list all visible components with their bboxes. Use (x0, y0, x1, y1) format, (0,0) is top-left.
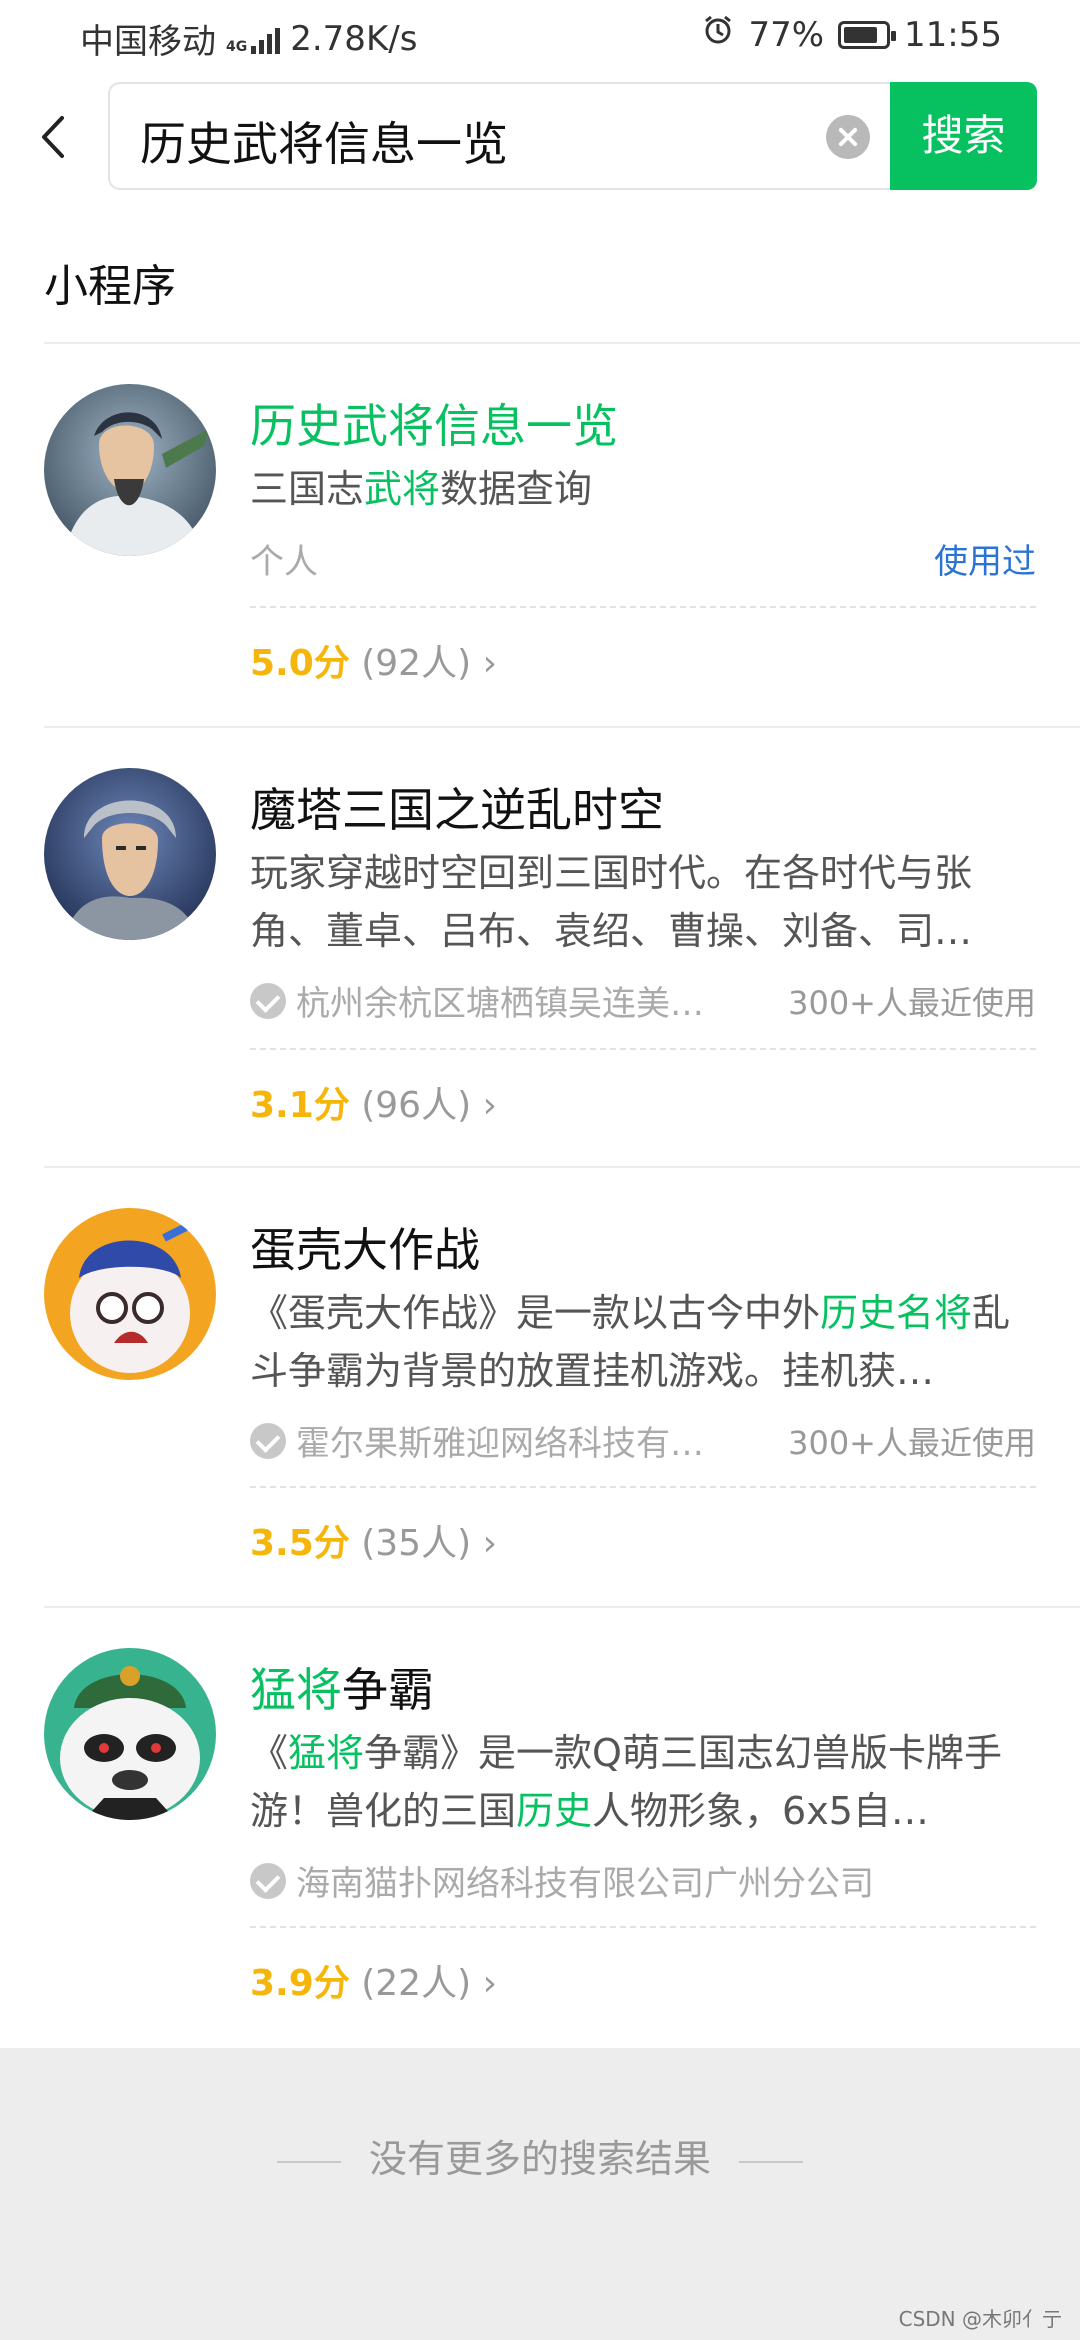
item-meta: 个人 使用过 (250, 534, 1036, 583)
network-speed: 2.78K/s (290, 18, 418, 59)
verified-icon (250, 1422, 286, 1459)
verified-icon (250, 1862, 286, 1899)
usage-count: 300+人最近使用 (788, 1423, 1036, 1462)
dashed-divider (250, 606, 1036, 608)
battery-icon (838, 20, 897, 49)
item-description: 玩家穿越时空回到三国时代。在各时代与张角、董卓、吕布、袁绍、曹操、刘备、司… (250, 851, 973, 953)
search-button[interactable]: 搜索 (890, 82, 1037, 190)
avatar (44, 768, 216, 940)
item-rating[interactable]: 3.5分 (35人) › (250, 1514, 497, 1566)
signal-icon: 4G (226, 24, 281, 55)
usage-count: 300+人最近使用 (788, 983, 1036, 1022)
item-developer: 霍尔果斯雅迎网络科技有… (296, 1424, 704, 1464)
list-item[interactable]: 历史武将信息一览 三国志武将数据查询 个人 使用过 5.0分 (92人) › (0, 342, 1080, 726)
no-more-results-text: 没有更多的搜索结果 (368, 2137, 711, 2181)
carrier-label: 中国移动 (80, 22, 216, 62)
list-item[interactable]: 猛将争霸 《猛将争霸》是一款Q萌三国志幻兽版卡牌手游！兽化的三国历史人物形象，6… (0, 1606, 1080, 2048)
avatar (44, 384, 216, 556)
item-description: 《猛将争霸》是一款Q萌三国志幻兽版卡牌手游！兽化的三国历史人物形象，6x5自… (250, 1731, 1002, 1833)
list-item[interactable]: 魔塔三国之逆乱时空 玩家穿越时空回到三国时代。在各时代与张角、董卓、吕布、袁绍、… (0, 726, 1080, 1168)
footer-line-left (276, 2160, 341, 2163)
dashed-divider (250, 1926, 1036, 1928)
item-rating[interactable]: 3.9分 (22人) › (250, 1954, 497, 2006)
item-rating[interactable]: 5.0分 (92人) › (250, 634, 497, 686)
item-title: 魔塔三国之逆乱时空 (250, 783, 664, 837)
watermark: CSDN @木卯亻亍 (898, 2307, 1062, 2331)
item-meta: 海南猫扑网络科技有限公司广州分公司 (250, 1856, 1036, 1905)
item-meta: 杭州余杭区塘栖镇吴连美… 300+人最近使用 (250, 976, 1036, 1025)
item-description: 三国志武将数据查询 (250, 467, 593, 511)
item-rating[interactable]: 3.1分 (96人) › (250, 1076, 497, 1128)
dashed-divider (250, 1048, 1036, 1050)
avatar (44, 1648, 216, 1820)
item-title: 历史武将信息一览 (250, 399, 618, 453)
search-bar: 历史武将信息一览 搜索 (0, 82, 1080, 192)
verified-icon (250, 982, 286, 1019)
status-bar: 中国移动 4G 2.78K/s 77% 11:55 (0, 0, 1080, 75)
avatar (44, 1208, 216, 1380)
item-description: 《蛋壳大作战》是一款以古今中外历史名将乱斗争霸为背景的放置挂机游戏。挂机获… (250, 1291, 1011, 1393)
item-meta: 霍尔果斯雅迎网络科技有… 300+人最近使用 (250, 1416, 1036, 1465)
chevron-right-icon: › (482, 1085, 497, 1126)
item-title: 蛋壳大作战 (250, 1223, 480, 1277)
used-badge: 使用过 (934, 542, 1036, 582)
item-developer: 海南猫扑网络科技有限公司广州分公司 (296, 1864, 874, 1904)
section-title: 小程序 (44, 261, 176, 312)
clear-icon[interactable] (826, 115, 870, 159)
battery-percent: 77% (748, 14, 825, 55)
search-input[interactable]: 历史武将信息一览 (108, 82, 898, 190)
dashed-divider (250, 1486, 1036, 1488)
chevron-right-icon: › (482, 1963, 497, 2004)
back-arrow-icon[interactable] (30, 112, 80, 162)
results-footer: 没有更多的搜索结果 CSDN @木卯亻亍 (0, 2048, 1080, 2340)
chevron-right-icon: › (482, 643, 497, 684)
item-developer: 杭州余杭区塘栖镇吴连美… (296, 984, 704, 1024)
alarm-icon (702, 14, 734, 55)
item-title: 猛将争霸 (250, 1663, 434, 1717)
search-query-text: 历史武将信息一览 (140, 117, 508, 171)
clock: 11:55 (904, 14, 1002, 55)
item-owner: 个人 (250, 542, 318, 582)
chevron-right-icon: › (482, 1523, 497, 1564)
list-item[interactable]: 蛋壳大作战 《蛋壳大作战》是一款以古今中外历史名将乱斗争霸为背景的放置挂机游戏。… (0, 1166, 1080, 1608)
footer-line-right (739, 2160, 803, 2163)
network-type-label: 4G (226, 38, 248, 55)
